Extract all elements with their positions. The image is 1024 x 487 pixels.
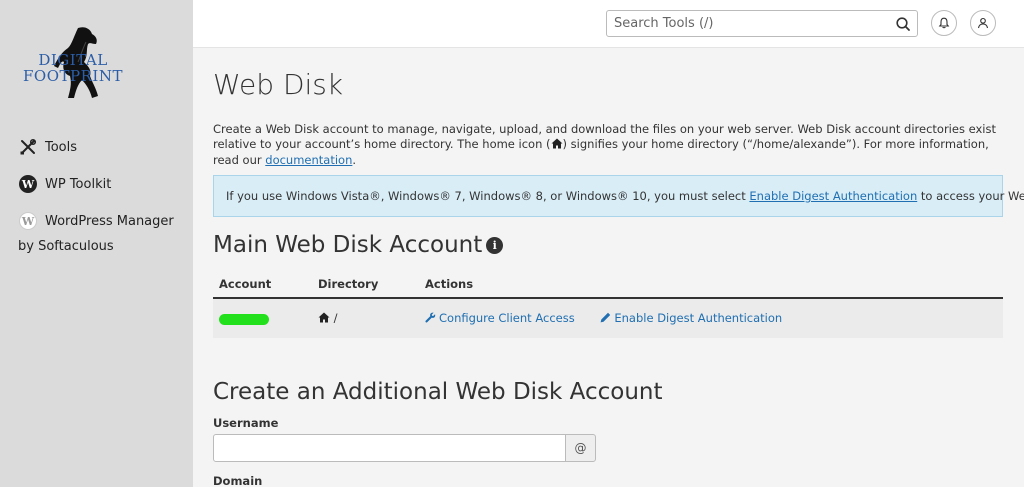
- configure-client-access-label: Configure Client Access: [439, 311, 575, 325]
- logo-text-line1: DIGITAL: [38, 51, 108, 69]
- column-header-directory: Directory: [312, 271, 419, 299]
- sidebar-item-label: Tools: [45, 139, 78, 155]
- account-cell: [213, 298, 312, 338]
- info-icon[interactable]: i: [486, 237, 504, 254]
- configure-client-access-link[interactable]: Configure Client Access: [425, 311, 578, 325]
- create-account-heading: Create an Additional Web Disk Account: [213, 379, 663, 405]
- callout-part2: to access your Web Disk.: [920, 189, 1024, 203]
- actions-cell: Configure Client Access Enable Digest Au…: [419, 298, 1003, 338]
- main-content: Web Disk Create a Web Disk account to ma…: [193, 49, 1024, 487]
- tools-icon: [18, 137, 38, 157]
- wrench-icon: [425, 312, 436, 326]
- sidebar-item-wordpress-manager[interactable]: W WordPress Manager: [18, 211, 174, 231]
- directory-cell: /: [312, 298, 419, 338]
- domain-label: Domain: [213, 474, 263, 487]
- redacted-account-name: [219, 313, 269, 325]
- column-header-actions: Actions: [419, 271, 1003, 299]
- enable-digest-link[interactable]: Enable Digest Authentication: [749, 189, 917, 203]
- enable-digest-authentication-label: Enable Digest Authentication: [614, 311, 783, 325]
- home-icon: [551, 138, 563, 153]
- search-box: [606, 10, 918, 37]
- directory-value: /: [333, 311, 338, 325]
- sidebar-item-label: WordPress Manager: [45, 213, 174, 229]
- column-header-account: Account: [213, 271, 312, 299]
- sidebar-item-wp-toolkit[interactable]: W WP Toolkit: [18, 174, 111, 194]
- at-symbol-addon: @: [565, 434, 596, 462]
- username-input[interactable]: [213, 434, 566, 462]
- sidebar-item-label: WP Toolkit: [45, 176, 112, 192]
- search-input[interactable]: [607, 11, 877, 36]
- main-account-heading-text: Main Web Disk Account: [213, 232, 483, 258]
- table-row: / Configure Client Access Enable Digest …: [213, 298, 1003, 338]
- top-bar: [193, 0, 1024, 48]
- intro-end: .: [352, 153, 357, 167]
- sidebar: DIGITAL FOOTPRINT Tools W WP Toolkit W W…: [0, 0, 193, 487]
- callout-part1: If you use Windows Vista®, Windows® 7, W…: [226, 189, 750, 203]
- wordpress-manager-icon: W: [18, 211, 38, 231]
- documentation-link[interactable]: documentation: [265, 153, 352, 167]
- username-label: Username: [213, 416, 279, 430]
- intro-text: Create a Web Disk account to manage, nav…: [213, 122, 1008, 168]
- user-icon: [977, 14, 989, 33]
- home-icon: [318, 312, 330, 326]
- table-header-row: Account Directory Actions: [213, 271, 1003, 299]
- bell-icon: [938, 14, 950, 33]
- notifications-button[interactable]: [931, 10, 957, 36]
- page-title: Web Disk: [213, 68, 344, 101]
- brand-logo[interactable]: DIGITAL FOOTPRINT: [18, 24, 128, 108]
- main-account-heading: Main Web Disk Account i: [213, 232, 504, 258]
- main-account-table: Account Directory Actions / Configure Cl…: [213, 271, 1003, 338]
- windows-info-callout: If you use Windows Vista®, Windows® 7, W…: [213, 175, 1024, 217]
- enable-digest-authentication-link[interactable]: Enable Digest Authentication: [600, 311, 782, 325]
- user-menu-button[interactable]: [970, 10, 996, 36]
- sidebar-item-sublabel[interactable]: by Softaculous: [18, 239, 114, 254]
- sidebar-item-tools[interactable]: Tools: [18, 137, 77, 157]
- search-icon[interactable]: [895, 16, 911, 32]
- wordpress-icon: W: [18, 174, 38, 194]
- pencil-icon: [600, 312, 611, 326]
- logo-text-line2: FOOTPRINT: [23, 67, 123, 85]
